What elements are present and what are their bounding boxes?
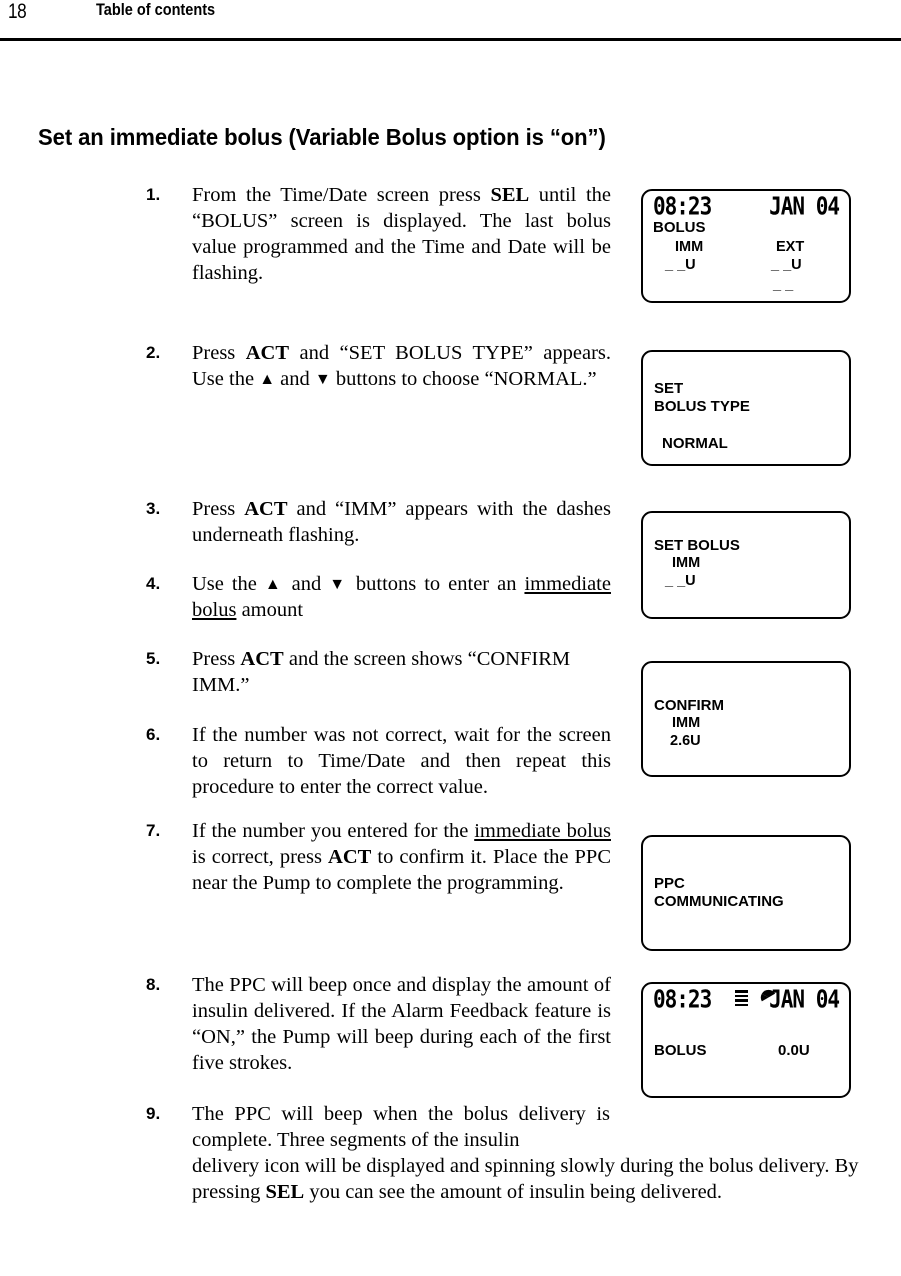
lcd-screen-bolus-delivered: 08:23 JAN 04 BOLUS 0.0U: [641, 982, 851, 1098]
step-7-number: 7.: [146, 821, 161, 840]
step-3: 3. Press ACT and “IMM” appears with the …: [146, 496, 611, 548]
lcd-screen-set-bolus-type: SET BOLUS TYPE NORMAL: [641, 350, 851, 466]
page-title: Set an immediate bolus (Variable Bolus o…: [38, 124, 606, 150]
step-1-text: From the Time/Date screen press SEL unti…: [192, 182, 611, 286]
step-7-frag-b: is correct, press: [192, 846, 329, 868]
up-arrow-icon: ▲: [264, 576, 284, 593]
step-2-frag-c: and: [275, 368, 315, 390]
step-9-frag-c: you can see the amount of insulin being …: [304, 1181, 723, 1203]
step-4: 4. Use the ▲ and ▼ buttons to enter an i…: [146, 571, 611, 623]
reservoir-bars-icon: [735, 990, 748, 1009]
lcd1-label-bolus: BOLUS: [653, 219, 706, 236]
step-9-frag-a: The PPC will beep when the bolus deliver…: [192, 1103, 610, 1151]
step-1: 1. From the Time/Date screen press SEL u…: [146, 182, 611, 286]
step-2: 2. Press ACT and “SET BOLUS TYPE” appear…: [146, 340, 611, 392]
step-4-frag-d: amount: [236, 599, 304, 621]
step-1-key-sel: SEL: [490, 184, 530, 206]
lcd1-time: 08:23: [653, 191, 712, 221]
step-5-number: 5.: [146, 649, 161, 668]
lcd-screen-ppc-communicating: PPC COMMUNICATING: [641, 835, 851, 951]
step-2-frag-d: buttons to choose “NORMAL.”: [330, 368, 597, 390]
lcd3-line2: IMM: [672, 555, 701, 571]
header-divider: [0, 38, 901, 41]
step-8-text: The PPC will beep once and display the a…: [192, 972, 611, 1076]
lcd-screen-bolus-main: 08:23 JAN 04 BOLUS IMM _ _U EXT _ _U _ _: [641, 189, 851, 303]
up-arrow-icon: ▲: [259, 371, 276, 388]
step-4-frag-b: and: [283, 573, 330, 595]
lcd3-line3-value: _ _U: [665, 573, 696, 589]
step-5-text: Press ACT and the screen shows “CONFIRM …: [192, 646, 614, 698]
step-1-number: 1.: [146, 185, 161, 204]
lcd6-date: JAN 04: [769, 984, 840, 1014]
page-header: 18 Table of contents: [0, 0, 901, 42]
step-7-key-act: ACT: [328, 846, 372, 868]
step-9-number: 9.: [146, 1104, 161, 1123]
step-4-frag-a: Use the: [192, 573, 265, 595]
lcd4-line2: IMM: [672, 715, 701, 731]
step-3-key-act: ACT: [244, 498, 288, 520]
lcd4-line3-value: 2.6U: [670, 733, 701, 749]
step-9-text: The PPC will beep when the bolus deliver…: [192, 1101, 870, 1205]
page-number: 18: [8, 0, 27, 23]
lcd1-date: JAN 04: [769, 191, 840, 221]
lcd-screen-set-bolus-imm: SET BOLUS IMM _ _U: [641, 511, 851, 619]
step-8-number: 8.: [146, 975, 161, 994]
lcd6-label-bolus: BOLUS: [654, 1042, 707, 1059]
lcd4-line1: CONFIRM: [654, 697, 724, 714]
lcd5-line1: PPC: [654, 875, 685, 892]
lcd2-line1: SET: [654, 380, 684, 397]
lcd2-line2: BOLUS TYPE: [654, 398, 750, 415]
lcd2-line3-selected: NORMAL: [662, 435, 728, 452]
step-2-frag-a: Press: [192, 342, 246, 364]
step-2-text: Press ACT and “SET BOLUS TYPE” appears. …: [192, 340, 611, 392]
step-4-frag-c: buttons to enter an: [347, 573, 525, 595]
step-4-text: Use the ▲ and ▼ buttons to enter an imme…: [192, 571, 611, 623]
step-6-text: If the number was not correct, wait for …: [192, 722, 611, 800]
step-3-frag-a: Press: [192, 498, 245, 520]
down-arrow-icon: ▼: [314, 371, 331, 388]
lcd1-imm-label: IMM: [675, 239, 704, 255]
step-7: 7. If the number you entered for the imm…: [146, 818, 611, 896]
step-5: 5. Press ACT and the screen shows “CONFI…: [146, 646, 614, 698]
step-9-key-sel: SEL: [265, 1181, 305, 1203]
lcd5-line2: COMMUNICATING: [654, 893, 784, 910]
step-3-number: 3.: [146, 499, 161, 518]
down-arrow-icon: ▼: [329, 576, 348, 593]
lcd1-ext-extra: _ _: [773, 277, 794, 293]
lcd1-imm-value: _ _U: [665, 257, 696, 273]
step-3-text: Press ACT and “IMM” appears with the das…: [192, 496, 611, 548]
step-9: 9. The PPC will beep when the bolus deli…: [146, 1101, 870, 1205]
step-6-number: 6.: [146, 725, 161, 744]
step-8-frag-a: The PPC will beep once and display the a…: [192, 974, 611, 1074]
step-6-frag-a: If the number was not correct, wait for …: [192, 724, 611, 798]
step-1-frag-a: From the Time/Date screen press: [192, 184, 491, 206]
step-6: 6. If the number was not correct, wait f…: [146, 722, 611, 800]
lcd1-ext-value: _ _U: [771, 257, 802, 273]
lcd6-time: 08:23: [653, 984, 712, 1014]
step-4-number: 4.: [146, 574, 161, 593]
step-7-frag-a: If the number you entered for the: [192, 820, 475, 842]
step-7-term-immediate-bolus: immediate bolus: [474, 820, 611, 842]
lcd3-line1: SET BOLUS: [654, 537, 740, 554]
step-5-key-act: ACT: [240, 648, 284, 670]
lcd6-value: 0.0U: [778, 1042, 810, 1059]
step-2-number: 2.: [146, 343, 161, 362]
header-title: Table of contents: [96, 1, 216, 19]
step-7-text: If the number you entered for the immedi…: [192, 818, 611, 896]
lcd-screen-confirm-imm: CONFIRM IMM 2.6U: [641, 661, 851, 777]
step-2-key-act: ACT: [245, 342, 290, 364]
lcd1-ext-label: EXT: [776, 239, 805, 255]
step-8: 8. The PPC will beep once and display th…: [146, 972, 611, 1076]
step-5-frag-a: Press: [192, 648, 241, 670]
